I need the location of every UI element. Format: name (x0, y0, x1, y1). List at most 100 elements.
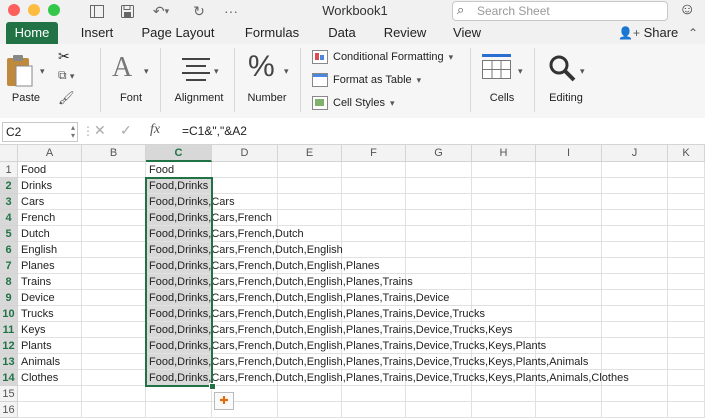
row-header-5[interactable]: 5 (0, 226, 18, 242)
cell-k5[interactable] (668, 226, 705, 242)
column-header-c[interactable]: C (146, 145, 212, 162)
cell-j8[interactable] (602, 274, 668, 290)
editing-button[interactable]: ▾ Editing (540, 48, 592, 106)
cell-e1[interactable] (278, 162, 342, 178)
cell-g1[interactable] (406, 162, 472, 178)
cell-b6[interactable] (82, 242, 146, 258)
row-header-11[interactable]: 11 (0, 322, 18, 338)
cell-j11[interactable] (602, 322, 668, 338)
row-header-8[interactable]: 8 (0, 274, 18, 290)
tab-page-layout[interactable]: Page Layout (136, 22, 220, 44)
cell-d1[interactable] (212, 162, 278, 178)
cell-e16[interactable] (278, 402, 342, 418)
cell-k11[interactable] (668, 322, 705, 338)
cell-k6[interactable] (668, 242, 705, 258)
paste-button[interactable]: ▾ Paste (4, 48, 48, 106)
cut-icon[interactable]: ✂ (58, 48, 70, 65)
cells-button[interactable]: ▾ Cells (476, 48, 528, 106)
column-header-k[interactable]: K (668, 145, 705, 162)
row-header-4[interactable]: 4 (0, 210, 18, 226)
tab-formulas[interactable]: Formulas (236, 22, 308, 44)
tab-view[interactable]: View (446, 22, 488, 44)
cell-k12[interactable] (668, 338, 705, 354)
cell-i2[interactable] (536, 178, 602, 194)
cell-i10[interactable] (536, 306, 602, 322)
zoom-icon[interactable] (48, 4, 60, 16)
column-header-e[interactable]: E (278, 145, 342, 162)
chevron-up-icon[interactable]: ⌃ (688, 22, 698, 44)
fx-icon[interactable]: fx (150, 122, 160, 138)
column-header-g[interactable]: G (406, 145, 472, 162)
select-all-corner[interactable] (0, 145, 18, 162)
cell-k8[interactable] (668, 274, 705, 290)
cell-b8[interactable] (82, 274, 146, 290)
cell-i15[interactable] (536, 386, 602, 402)
cell-a15[interactable] (18, 386, 82, 402)
cell-i1[interactable] (536, 162, 602, 178)
row-header-10[interactable]: 10 (0, 306, 18, 322)
cell-k3[interactable] (668, 194, 705, 210)
cell-j2[interactable] (602, 178, 668, 194)
number-button[interactable]: % ▾ Number (240, 48, 294, 106)
cell-e3[interactable] (278, 194, 342, 210)
column-header-h[interactable]: H (472, 145, 536, 162)
cell-b3[interactable] (82, 194, 146, 210)
cell-h7[interactable] (472, 258, 536, 274)
paste-options-icon[interactable]: ✚ (214, 392, 234, 410)
cell-i5[interactable] (536, 226, 602, 242)
cell-i3[interactable] (536, 194, 602, 210)
cell-b13[interactable] (82, 354, 146, 370)
cell-b9[interactable] (82, 290, 146, 306)
cell-k1[interactable] (668, 162, 705, 178)
row-header-2[interactable]: 2 (0, 178, 18, 194)
cell-j1[interactable] (602, 162, 668, 178)
cell-e4[interactable] (278, 210, 342, 226)
cell-f4[interactable] (342, 210, 406, 226)
cell-g4[interactable] (406, 210, 472, 226)
row-header-9[interactable]: 9 (0, 290, 18, 306)
more-icon[interactable]: ··· (222, 2, 240, 20)
cell-e2[interactable] (278, 178, 342, 194)
cell-h9[interactable] (472, 290, 536, 306)
cell-g16[interactable] (406, 402, 472, 418)
cell-j5[interactable] (602, 226, 668, 242)
cell-h2[interactable] (472, 178, 536, 194)
cell-c15[interactable] (146, 386, 212, 402)
cell-j10[interactable] (602, 306, 668, 322)
cell-h15[interactable] (472, 386, 536, 402)
name-box-dropdown-icon[interactable]: ▴ ▾ (71, 124, 75, 140)
cell-b7[interactable] (82, 258, 146, 274)
drag-handle-icon[interactable]: ⋮ (82, 124, 94, 138)
cell-j15[interactable] (602, 386, 668, 402)
redo-icon[interactable]: ↻ (190, 2, 208, 20)
cell-b11[interactable] (82, 322, 146, 338)
spreadsheet-grid[interactable]: A B C D E F G H I J K 1 Food Food 2 Drinks Food,Drinks 3 C… (0, 145, 705, 418)
cell-j7[interactable] (602, 258, 668, 274)
cell-f6[interactable] (342, 242, 406, 258)
column-header-i[interactable]: I (536, 145, 602, 162)
cell-i11[interactable] (536, 322, 602, 338)
row-header-14[interactable]: 14 (0, 370, 18, 386)
cell-k15[interactable] (668, 386, 705, 402)
cell-f16[interactable] (342, 402, 406, 418)
cell-b14[interactable] (82, 370, 146, 386)
cell-k2[interactable] (668, 178, 705, 194)
cell-b5[interactable] (82, 226, 146, 242)
tab-review[interactable]: Review (376, 22, 434, 44)
cell-f3[interactable] (342, 194, 406, 210)
cell-i9[interactable] (536, 290, 602, 306)
cell-g5[interactable] (406, 226, 472, 242)
cell-h3[interactable] (472, 194, 536, 210)
row-header-1[interactable]: 1 (0, 162, 18, 178)
conditional-formatting-button[interactable]: Conditional Formatting ▾ (312, 50, 453, 64)
tab-data[interactable]: Data (322, 22, 362, 44)
cell-g8[interactable] (406, 274, 472, 290)
cell-styles-button[interactable]: Cell Styles ▾ (312, 96, 395, 110)
cell-c16[interactable] (146, 402, 212, 418)
font-button[interactable]: A ▾ Font (108, 48, 154, 106)
cell-b15[interactable] (82, 386, 146, 402)
cell-f2[interactable] (342, 178, 406, 194)
minimize-icon[interactable] (28, 4, 40, 16)
cancel-icon[interactable]: ✕ (94, 122, 106, 139)
cell-k13[interactable] (668, 354, 705, 370)
